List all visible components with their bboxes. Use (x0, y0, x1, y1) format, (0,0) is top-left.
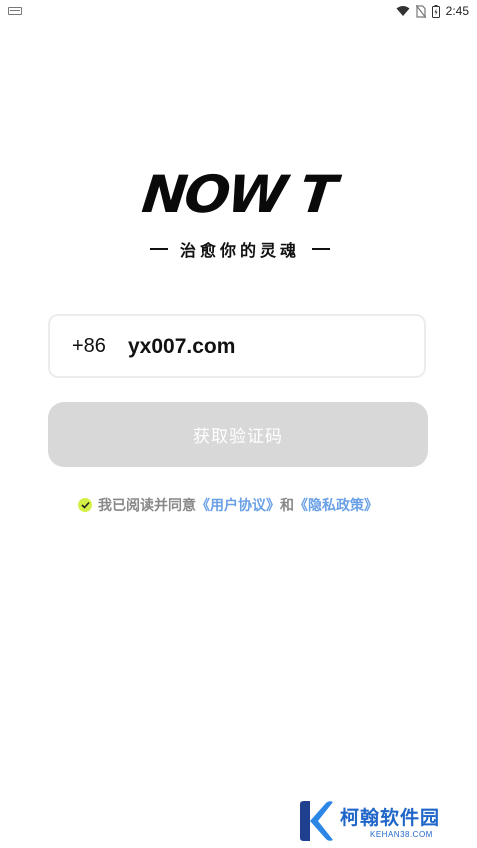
clock: 2:45 (445, 4, 469, 18)
app-logo: NOW T (130, 165, 346, 225)
phone-field[interactable]: +86 (48, 314, 426, 378)
get-code-label: 获取验证码 (193, 427, 283, 447)
watermark-domain: KEHAN38.COM (370, 830, 433, 839)
get-code-button[interactable]: 获取验证码 (48, 402, 428, 467)
logo-text: NOW T (139, 164, 337, 225)
user-agreement-link[interactable]: 《用户协议》 (196, 495, 280, 515)
no-sim-icon (415, 4, 426, 18)
agree-checkbox[interactable] (78, 498, 92, 512)
agreement-and: 和 (280, 498, 294, 514)
watermark-name: 柯翰软件园 (340, 807, 441, 829)
privacy-policy-link[interactable]: 《隐私政策》 (294, 495, 378, 515)
tagline-dash-left (149, 248, 168, 250)
checkmark-icon (80, 501, 90, 509)
country-code[interactable]: +86 (72, 335, 106, 358)
watermark-logo-icon (300, 801, 333, 841)
phone-input[interactable] (128, 330, 408, 364)
tagline: 治愈你的灵魂 (179, 241, 300, 260)
agreement-row: 我已阅读并同意 《用户协议》和《隐私政策》 (78, 495, 378, 515)
agreement-prefix: 我已阅读并同意 (98, 498, 196, 514)
tagline-row: 治愈你的灵魂 (135, 236, 345, 262)
battery-icon (431, 4, 440, 18)
wifi-icon (396, 6, 410, 16)
status-icons: 2:45 (396, 2, 469, 20)
notification-icon (8, 7, 22, 15)
status-bar: 2:45 (0, 0, 477, 22)
watermark: 柯翰软件园 KEHAN38.COM (296, 798, 471, 844)
tagline-dash-right (312, 248, 330, 250)
